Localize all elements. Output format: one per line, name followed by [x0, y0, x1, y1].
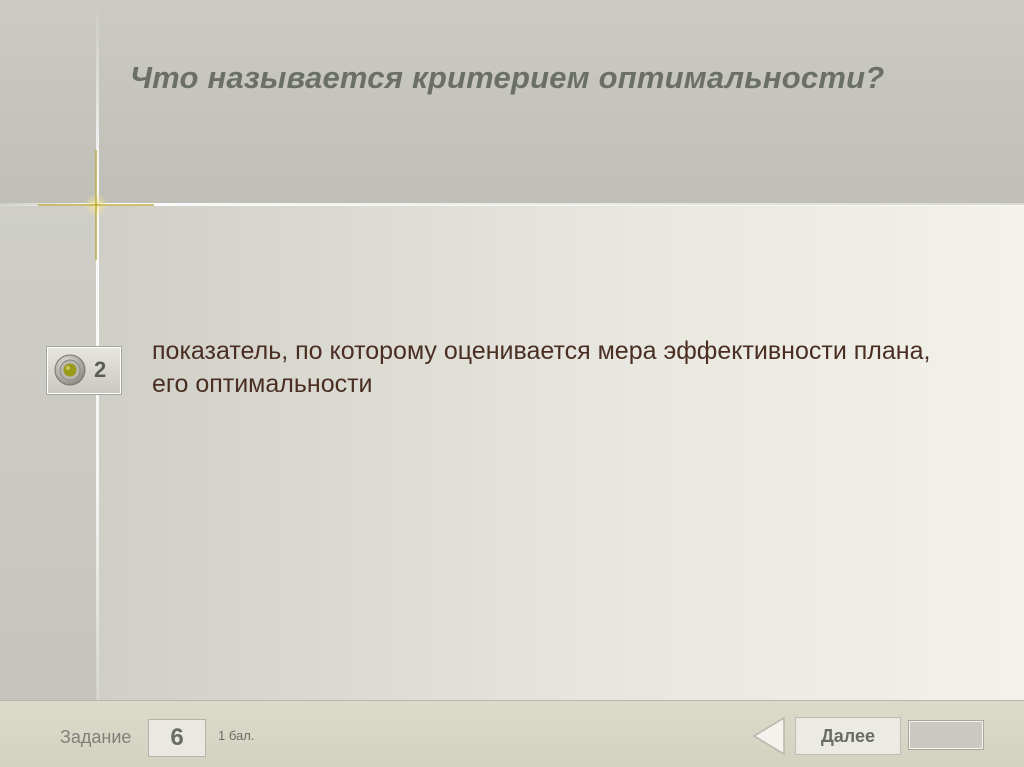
answer-text: показатель, по которому оценивается мера…: [152, 337, 931, 398]
question-title: Что называется критерием оптимальности?: [130, 60, 885, 95]
back-triangle-icon[interactable]: [752, 716, 786, 756]
next-button[interactable]: Далее: [795, 717, 901, 755]
task-number: 6: [170, 724, 184, 751]
radio-selected-icon[interactable]: [54, 354, 86, 386]
task-label: Задание: [60, 727, 132, 747]
content-area: [97, 205, 1024, 700]
slide: Что называется критерием оптимальности? …: [0, 0, 1024, 767]
next-button-label: Далее: [820, 726, 876, 746]
answer-number: 2: [94, 357, 107, 382]
footer-bar: Задание 6 1 бал. Далее: [0, 700, 1024, 767]
points-label: 1 бал.: [218, 728, 255, 743]
sparkle-decoration-icon: [38, 150, 154, 260]
left-band: [0, 205, 97, 700]
task-number-box: 6: [148, 719, 206, 757]
finish-button[interactable]: [909, 721, 983, 749]
answer-option[interactable]: 2: [47, 347, 121, 394]
